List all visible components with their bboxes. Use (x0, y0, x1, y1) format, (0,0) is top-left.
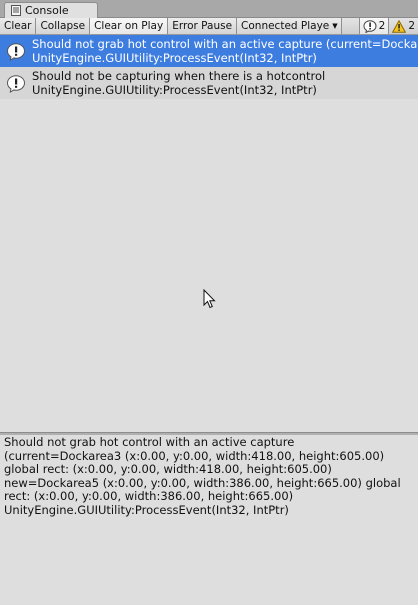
info-count: 2 (378, 20, 386, 32)
log-entry-text: Should not be capturing when there is a … (32, 69, 325, 97)
log-entry-message: Should not grab hot control with an acti… (32, 37, 418, 51)
warning-filter-toggle[interactable]: 2 (388, 18, 418, 34)
info-bubble-icon (363, 19, 377, 33)
log-list[interactable]: Should not grab hot control with an acti… (0, 35, 418, 432)
mouse-pointer-icon (203, 289, 216, 309)
info-filter-toggle[interactable]: 2 (358, 18, 389, 34)
clear-on-play-toggle[interactable]: Clear on Play (90, 18, 169, 34)
clear-button-label: Clear (4, 20, 32, 32)
info-bubble-icon (0, 37, 32, 67)
log-entry-stack: UnityEngine.GUIUtility:ProcessEvent(Int3… (32, 83, 317, 97)
connected-player-dropdown[interactable]: Connected Playe ▼ (237, 18, 342, 34)
console-window: Console Clear Collapse Clear on Play Err… (0, 0, 418, 605)
log-detail-pane: Should not grab hot control with an acti… (0, 435, 418, 605)
warning-count: 2 (408, 20, 415, 32)
console-document-icon (11, 5, 21, 16)
error-pause-toggle[interactable]: Error Pause (168, 18, 238, 34)
log-entry[interactable]: Should not be capturing when there is a … (0, 67, 418, 99)
tab-console[interactable]: Console (4, 2, 98, 18)
log-entry-stack: UnityEngine.GUIUtility:ProcessEvent(Int3… (32, 51, 317, 65)
clear-on-play-label: Clear on Play (94, 20, 164, 32)
tab-title: Console (25, 4, 69, 17)
log-detail-text: Should not grab hot control with an acti… (4, 435, 401, 517)
tab-bar: Console (0, 0, 418, 18)
collapse-toggle-label: Collapse (40, 20, 86, 32)
info-bubble-icon (0, 69, 32, 99)
collapse-toggle[interactable]: Collapse (36, 18, 91, 34)
log-entry[interactable]: Should not grab hot control with an acti… (0, 35, 418, 67)
clear-button[interactable]: Clear (0, 18, 37, 34)
error-pause-label: Error Pause (172, 20, 233, 32)
log-entry-message: Should not be capturing when there is a … (32, 69, 326, 83)
console-toolbar: Clear Collapse Clear on Play Error Pause… (0, 18, 418, 35)
chevron-down-icon: ▼ (332, 22, 338, 30)
warning-triangle-icon (392, 19, 407, 33)
connected-player-label: Connected Playe (241, 20, 330, 32)
log-entry-text: Should not grab hot control with an acti… (32, 37, 418, 65)
